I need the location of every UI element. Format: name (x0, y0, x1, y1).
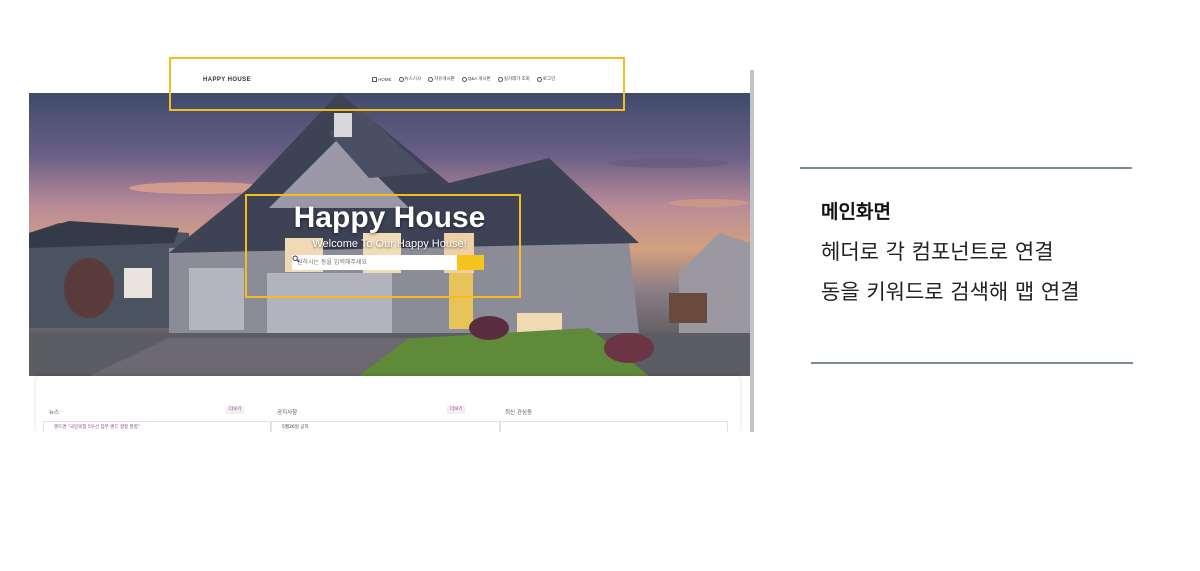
bottom-divider (811, 362, 1133, 364)
search-highlight-box (245, 194, 521, 298)
notice-item[interactable]: 5월26일 공지 (282, 424, 309, 430)
favorite-dong-card-title: 최신 관심동 (505, 410, 533, 416)
news-item[interactable]: 랜드앤 "국민의힘 5우선 집부 랜드 결정 말함" (54, 424, 140, 430)
info-cards-panel: 뉴스 더보기 랜드앤 "국민의힘 5우선 집부 랜드 결정 말함" 공지사항 더… (36, 376, 740, 432)
notice-more-button[interactable]: 더보기 (447, 406, 466, 414)
header-highlight-box (169, 57, 625, 111)
scrollbar[interactable] (750, 70, 754, 432)
news-card-title: 뉴스 (49, 410, 60, 416)
top-divider (800, 167, 1132, 169)
favorite-dong-card (500, 421, 728, 432)
notice-card-title: 공지사항 (277, 410, 298, 416)
note-line-2: 동을 키워드로 검색해 맵 연결 (821, 280, 1080, 304)
news-more-button[interactable]: 더보기 (226, 406, 245, 414)
note-title: 메인화면 (821, 201, 891, 223)
note-line-1: 헤더로 각 컴포넌트로 연결 (821, 240, 1054, 264)
